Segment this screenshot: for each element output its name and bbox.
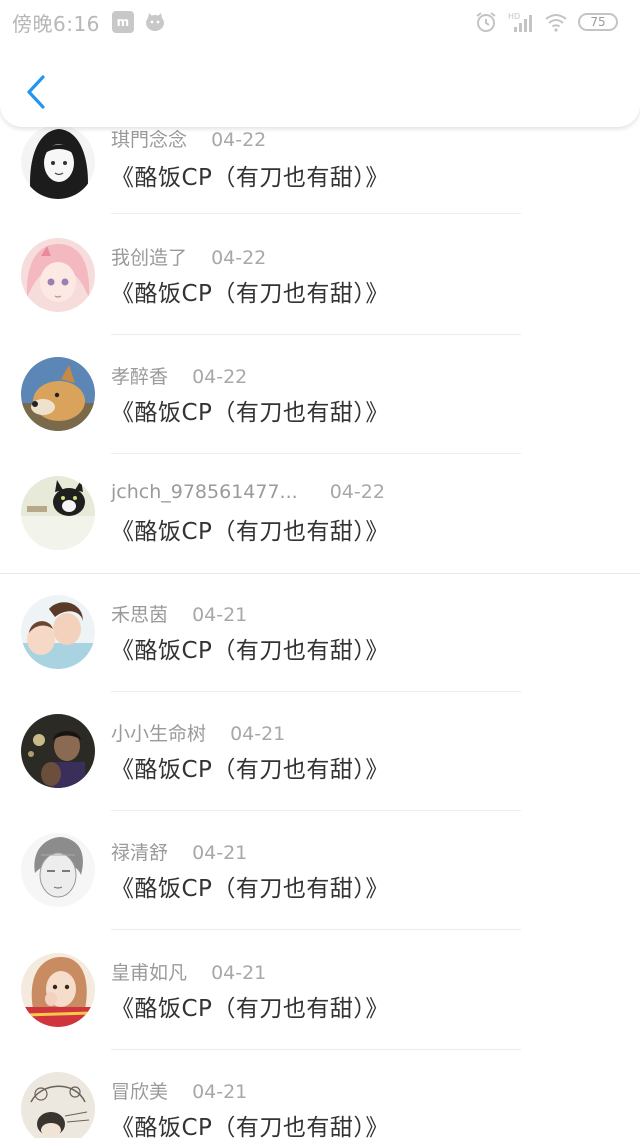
avatar[interactable] xyxy=(21,357,95,431)
item-meta: 禾思茵 04-21 xyxy=(111,600,247,627)
avatar[interactable] xyxy=(21,1072,95,1138)
post-date: 04-22 xyxy=(211,129,267,151)
item-meta: 琪門念念 04-22 xyxy=(111,125,266,152)
list-item[interactable]: 皇甫如凡 04-21 《酪饭CP（有刀也有甜）》 xyxy=(0,953,640,1072)
item-meta: 孝醉香 04-22 xyxy=(111,362,247,389)
list-item[interactable]: 琪門念念 04-22 《酪饭CP（有刀也有甜）》 xyxy=(0,117,640,236)
username[interactable]: 孝醉香 xyxy=(111,366,168,388)
post-date: 04-22 xyxy=(192,366,248,388)
username[interactable]: 禄清舒 xyxy=(111,842,168,864)
avatar[interactable] xyxy=(21,476,95,550)
item-title[interactable]: 《酪饭CP（有刀也有甜）》 xyxy=(111,158,389,192)
item-meta: jchch_978561477... 04-22 xyxy=(111,481,385,503)
list-item[interactable]: jchch_978561477... 04-22 《酪饭CP（有刀也有甜）》 xyxy=(0,476,640,595)
chevron-left-icon xyxy=(27,75,45,109)
post-date: 04-21 xyxy=(211,962,267,984)
item-meta: 禄清舒 04-21 xyxy=(111,838,247,865)
status-right-group: HD 75 xyxy=(474,10,628,34)
divider xyxy=(111,810,521,811)
divider xyxy=(111,691,521,692)
divider xyxy=(111,213,521,214)
item-meta: 冒欣美 04-21 xyxy=(111,1077,247,1104)
item-title[interactable]: 《酪饭CP（有刀也有甜）》 xyxy=(111,1108,389,1138)
wifi-icon xyxy=(544,12,568,32)
list-item[interactable]: 我创造了 04-22 《酪饭CP（有刀也有甜）》 xyxy=(0,238,640,357)
list-item[interactable]: 冒欣美 04-21 《酪饭CP（有刀也有甜）》 xyxy=(0,1072,640,1138)
item-title[interactable]: 《酪饭CP（有刀也有甜）》 xyxy=(111,869,389,903)
divider xyxy=(111,1049,521,1050)
post-date: 04-21 xyxy=(192,604,248,626)
status-bar: 傍晚6:16 m HD 75 xyxy=(0,0,640,44)
post-date: 04-21 xyxy=(230,723,286,745)
signal-icon: HD xyxy=(508,11,534,33)
item-title[interactable]: 《酪饭CP（有刀也有甜）》 xyxy=(111,750,389,784)
avatar[interactable] xyxy=(21,953,95,1027)
item-meta: 皇甫如凡 04-21 xyxy=(111,958,266,985)
alarm-icon xyxy=(474,10,498,34)
section-divider xyxy=(0,573,640,574)
avatar[interactable] xyxy=(21,238,95,312)
list-item[interactable]: 禄清舒 04-21 《酪饭CP（有刀也有甜）》 xyxy=(0,833,640,952)
item-title[interactable]: 《酪饭CP（有刀也有甜）》 xyxy=(111,393,389,427)
battery-icon: 75 xyxy=(578,13,618,31)
item-title[interactable]: 《酪饭CP（有刀也有甜）》 xyxy=(111,631,389,665)
username[interactable]: 小小生命树 xyxy=(111,723,206,745)
username[interactable]: 我创造了 xyxy=(111,247,187,269)
post-date: 04-22 xyxy=(211,247,267,269)
item-title[interactable]: 《酪饭CP（有刀也有甜）》 xyxy=(111,512,389,546)
back-button[interactable] xyxy=(14,70,58,114)
username[interactable]: 冒欣美 xyxy=(111,1081,168,1103)
avatar[interactable] xyxy=(21,714,95,788)
post-date: 04-21 xyxy=(192,842,248,864)
divider xyxy=(111,929,521,930)
item-meta: 小小生命树 04-21 xyxy=(111,719,285,746)
username[interactable]: 琪門念念 xyxy=(111,129,187,151)
post-date: 04-21 xyxy=(192,1081,248,1103)
list-item[interactable]: 小小生命树 04-21 《酪饭CP（有刀也有甜）》 xyxy=(0,714,640,833)
avatar[interactable] xyxy=(21,833,95,907)
divider xyxy=(111,334,521,335)
list-item[interactable]: 禾思茵 04-21 《酪饭CP（有刀也有甜）》 xyxy=(0,595,640,714)
cat-notification-icon xyxy=(144,11,166,33)
username[interactable]: 禾思茵 xyxy=(111,604,168,626)
post-date: 04-22 xyxy=(329,481,385,503)
username[interactable]: 皇甫如凡 xyxy=(111,962,187,984)
avatar[interactable] xyxy=(21,125,95,199)
item-title[interactable]: 《酪饭CP（有刀也有甜）》 xyxy=(111,274,389,308)
list-item[interactable]: 孝醉香 04-22 《酪饭CP（有刀也有甜）》 xyxy=(0,357,640,476)
mi-icon: m xyxy=(111,11,134,33)
status-time: 傍晚6:16 xyxy=(12,11,100,36)
divider xyxy=(111,453,521,454)
item-meta: 我创造了 04-22 xyxy=(111,243,266,270)
avatar[interactable] xyxy=(21,595,95,669)
item-title[interactable]: 《酪饭CP（有刀也有甜）》 xyxy=(111,989,389,1023)
username[interactable]: jchch_978561477... xyxy=(111,481,298,503)
svg-text:HD: HD xyxy=(508,12,520,21)
screen: 琪門念念 04-22 《酪饭CP（有刀也有甜）》 我创造了 04-22 《酪饭C… xyxy=(0,0,640,1138)
